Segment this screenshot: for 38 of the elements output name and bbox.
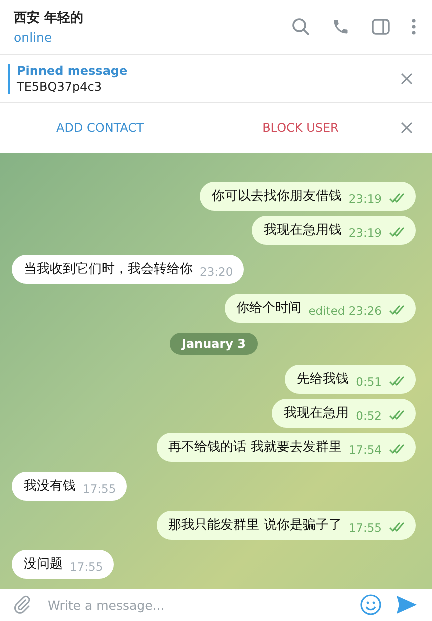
close-icon[interactable] xyxy=(401,72,413,84)
message-text: 我没有钱 xyxy=(24,478,76,496)
message-input[interactable]: Write a message... xyxy=(46,596,346,614)
add-contact-button[interactable]: ADD CONTACT xyxy=(0,113,200,143)
pinned-label: Pinned message xyxy=(17,64,128,78)
message-time: 0:51 xyxy=(356,374,382,389)
message-time: 23:19 xyxy=(348,225,382,240)
message-text: 我现在急用钱 xyxy=(264,222,342,240)
message-time: 23:19 xyxy=(348,191,382,206)
message-text: 你可以去找你朋友借钱 xyxy=(212,188,342,206)
close-icon[interactable] xyxy=(401,122,413,134)
block-user-button[interactable]: BLOCK USER xyxy=(200,113,401,143)
online-status: online xyxy=(14,30,54,45)
date-separator: January 3 xyxy=(170,333,258,355)
message-text: 那我只能发群里 说你是骗子了 xyxy=(168,517,342,535)
paperclip-icon[interactable] xyxy=(12,595,32,615)
message-text: 当我收到它们时，我会转给你 xyxy=(24,261,193,279)
message-text: 没问题 xyxy=(24,556,63,574)
more-options-icon[interactable] xyxy=(412,19,416,35)
message-time: 17:55 xyxy=(83,481,116,496)
search-icon[interactable] xyxy=(292,18,310,36)
send-icon[interactable] xyxy=(396,595,418,615)
message-time: 17:55 xyxy=(70,559,104,574)
message-time: 17:55 xyxy=(348,520,382,535)
message-time: 0:52 xyxy=(356,408,382,423)
chat-title: 西安 年轻的 xyxy=(14,10,84,27)
message-time: 17:54 xyxy=(348,442,382,457)
message-text: 先给我钱 xyxy=(297,371,350,389)
message-time: edited 23:26 xyxy=(308,303,382,318)
sidebar-toggle-icon[interactable] xyxy=(372,19,390,35)
pinned-message[interactable]: Pinned message TE5BQ37p4c3 xyxy=(8,64,128,94)
phone-icon[interactable] xyxy=(332,18,350,36)
pinned-text: TE5BQ37p4c3 xyxy=(17,80,103,94)
message-text: 我现在急用 xyxy=(284,405,350,423)
message-time: 23:20 xyxy=(200,264,234,279)
message-text: 再不给钱的话 我就要去发群里 xyxy=(168,439,342,457)
message-text: 你给个时间 xyxy=(236,300,302,318)
emoji-icon[interactable] xyxy=(360,594,382,616)
